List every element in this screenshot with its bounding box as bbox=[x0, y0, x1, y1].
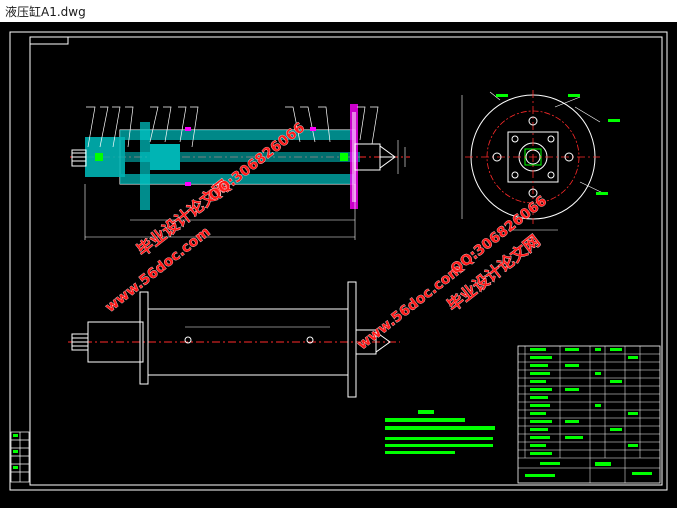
watermark-right: www.56doc.com 毕业设计论文网 QQ:306826066 bbox=[354, 193, 550, 354]
technical-requirements bbox=[385, 410, 495, 454]
window-title: 液压缸A1.dwg bbox=[5, 5, 86, 19]
window-title-bar: 液压缸A1.dwg bbox=[0, 0, 677, 23]
title-block bbox=[517, 345, 661, 484]
revision-table bbox=[10, 431, 30, 483]
cad-drawing-canvas[interactable]: 毕业设计论文网 QQ:306826066 www.56doc.com www.5… bbox=[0, 22, 677, 508]
